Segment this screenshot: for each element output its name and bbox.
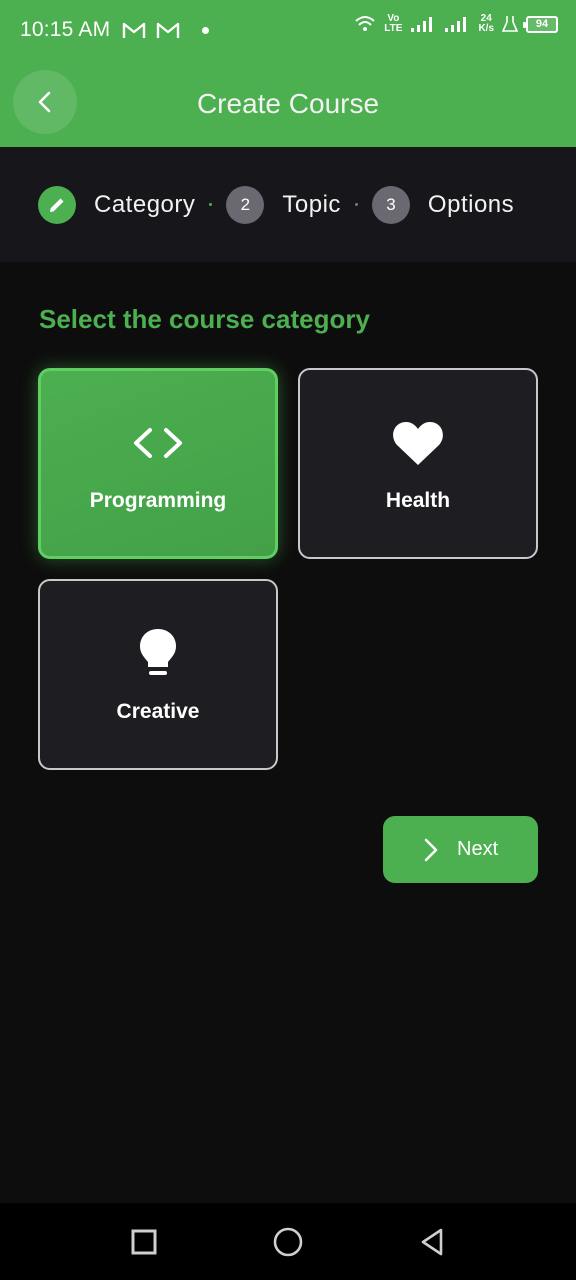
step-category-marker[interactable] — [38, 185, 76, 224]
signal-icon — [445, 17, 467, 32]
category-label: Programming — [89, 488, 227, 512]
next-button[interactable]: Next — [383, 816, 538, 883]
step-topic-number: 2 — [240, 194, 251, 214]
step-topic-marker[interactable]: 2 — [226, 185, 265, 224]
gmail-icon — [157, 22, 180, 38]
category-label: Creative — [116, 699, 200, 723]
step-options-marker[interactable]: 3 — [371, 185, 410, 224]
step-category-label[interactable]: Category — [94, 191, 195, 219]
notification-icons — [122, 21, 190, 39]
recents-square-icon — [131, 1229, 157, 1254]
category-card-programming[interactable]: Programming — [38, 368, 278, 559]
page-title: Create Course — [196, 87, 380, 119]
heart-icon — [391, 415, 445, 471]
wifi-icon — [355, 16, 375, 31]
notification-dot-icon — [202, 26, 210, 34]
chevron-left-icon — [38, 91, 51, 113]
chevron-right-icon — [424, 838, 438, 861]
signal-icon — [411, 17, 433, 32]
category-card-health[interactable]: Health — [298, 368, 538, 559]
next-button-label: Next — [457, 838, 499, 860]
code-icon — [130, 415, 186, 471]
section-title: Select the course category — [39, 304, 370, 334]
app-bar: Create Course — [0, 60, 576, 147]
stepper: Category 2 Topic 3 Options — [0, 147, 576, 262]
battery-level: 94 — [535, 18, 549, 30]
status-time: 10:15 AM — [20, 18, 111, 41]
pencil-icon — [50, 198, 64, 212]
status-right-icons: Vo LTE 24 K/s 94 — [354, 14, 558, 34]
category-label: Health — [385, 488, 451, 512]
step-connector — [354, 203, 358, 206]
status-bar: 10:15 AM Vo LTE 24 K/s 94 — [0, 0, 576, 60]
network-type: Vo LTE — [384, 13, 403, 34]
back-triangle-icon — [421, 1228, 443, 1255]
home-circle-icon — [273, 1227, 303, 1256]
step-topic-label[interactable]: Topic — [282, 191, 341, 219]
step-options-label[interactable]: Options — [428, 191, 514, 219]
system-back-button[interactable] — [360, 1227, 504, 1257]
network-speed: 24 K/s — [478, 13, 494, 34]
step-options-number: 3 — [386, 194, 396, 214]
category-card-creative[interactable]: Creative — [38, 579, 278, 770]
battery-icon: 94 — [523, 15, 558, 33]
lightbulb-icon — [138, 626, 178, 682]
gmail-icon — [123, 22, 146, 38]
system-nav-bar — [0, 1203, 576, 1280]
recents-button[interactable] — [72, 1229, 216, 1255]
back-button[interactable] — [13, 70, 77, 134]
flask-icon — [502, 16, 518, 32]
home-button[interactable] — [216, 1227, 360, 1257]
step-connector — [209, 203, 213, 206]
